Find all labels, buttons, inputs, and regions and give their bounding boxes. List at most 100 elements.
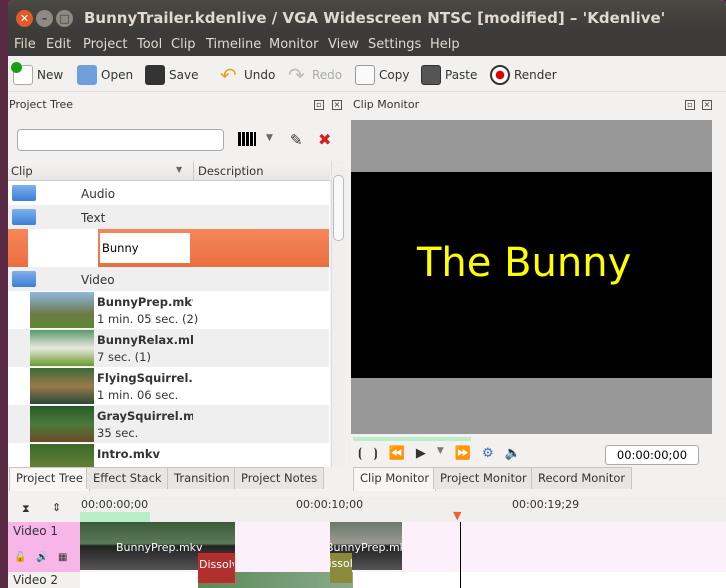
undo-icon: ↶ [220,63,237,87]
clip-thumbnail [30,444,94,467]
title-overlay-text: The Bunny [417,240,632,286]
paste-icon [421,65,441,85]
add-clip-icon[interactable] [238,132,256,146]
lock-icon[interactable]: 🔓 [14,552,26,563]
tab-transition[interactable]: Transition [167,467,237,489]
folder-icon [12,185,36,201]
window-title: BunnyTrailer.kdenlive / VGA Widescreen N… [84,9,666,27]
text-clip-thumbnail [28,229,98,267]
copy-button[interactable]: Copy [355,64,409,86]
scrollbar-thumb[interactable] [333,175,344,241]
redo-icon: ↷ [288,63,305,87]
open-button[interactable]: Open [77,64,133,86]
clip-name-edit-input[interactable] [100,233,190,263]
new-button[interactable]: New [11,62,63,86]
project-tree-title: Project Tree [9,98,74,111]
clip-row[interactable]: GraySquirrel.mkv35 sec. [8,405,329,443]
clip-row[interactable]: BunnyPrep.mkv 1 min. 05 sec. (2) [8,291,329,329]
monitor-view[interactable]: The Bunny [351,120,712,434]
rewind-icon[interactable]: ⏪ [389,446,405,461]
video-icon[interactable]: ▦ [58,552,67,563]
timeline-ruler[interactable]: 00:00:00;00 00:00:10;00 00:00:19;29 ▼ [80,497,726,522]
tab-project-notes[interactable]: Project Notes [234,467,325,489]
kdenlive-window: ✕ – □ BunnyTrailer.kdenlive / VGA Widesc… [8,0,726,588]
menu-file[interactable]: File [14,37,36,52]
track-video2 [80,572,726,588]
column-clip[interactable]: Clip [11,164,33,178]
clip-row[interactable]: BunnyRelax.mkv7 sec. (1) [8,329,329,367]
toolbar: New Open Save ↶ Undo ↷ Redo Copy Paste Ren… [8,56,726,92]
menu-clip[interactable]: Clip [171,37,196,52]
monitor-frame: The Bunny [351,172,712,378]
maximize-button[interactable]: □ [56,10,73,27]
render-button[interactable]: Render [490,64,557,86]
menu-view[interactable]: View [328,37,359,52]
tree-header: Clip ▼ Description [8,161,330,181]
save-button[interactable]: Save [145,64,198,86]
menu-settings[interactable]: Settings [368,37,421,52]
tab-project-tree[interactable]: Project Tree [9,467,90,491]
tab-clip-monitor[interactable]: Clip Monitor [353,467,437,491]
delete-clip-icon[interactable]: ✖ [318,130,331,149]
edit-clip-icon[interactable]: ✎ [290,131,303,149]
set-zone-start-icon[interactable]: ⦗ [358,446,362,461]
close-panel-icon[interactable]: × [332,100,342,110]
menu-project[interactable]: Project [83,37,127,52]
clip-thumbnail [30,368,94,404]
column-description[interactable]: Description [193,161,268,181]
timecode-input[interactable] [605,445,699,465]
transition-dissolve[interactable]: Dissolve [330,553,352,583]
dropdown-arrow-icon[interactable]: ▼ [266,133,273,143]
text-clip-row-editing[interactable] [8,229,329,267]
track-header-video2: Video 2 [8,572,80,588]
play-options-icon[interactable]: ▼ [437,446,444,461]
floppy-disk-icon [145,65,165,85]
forward-icon[interactable]: ⏩ [455,446,471,461]
menu-timeline[interactable]: Timeline [206,37,261,52]
minimize-button[interactable]: – [36,10,53,27]
play-icon[interactable]: ▶ [416,446,426,461]
folder-open-icon [12,271,36,287]
sort-arrow-icon[interactable]: ▼ [176,165,182,174]
track-video1: BunnyPrep.mkv BunnyPrep.mkv Dissolve Dis… [80,522,726,583]
render-icon [490,65,510,85]
clip-thumbnail [30,292,94,328]
monitor-zone-bar[interactable] [353,437,471,441]
zone-bar[interactable] [80,512,150,522]
playhead-line [460,522,461,588]
new-document-icon [11,62,33,85]
menu-edit[interactable]: Edit [46,37,71,52]
open-icon [77,65,97,85]
menu-help[interactable]: Help [430,37,460,52]
expand-tracks-icon[interactable]: ⇕ [52,501,61,514]
tab-project-monitor[interactable]: Project Monitor [433,467,534,489]
float-panel-icon[interactable]: ▫ [314,100,324,110]
float-panel-icon[interactable]: ▫ [685,100,695,110]
redo-button[interactable]: ↷ Redo [288,64,342,86]
clip-row[interactable]: FlyingSquirrel.mkv1 min. 06 sec. [8,367,329,405]
playhead-marker-icon[interactable]: ▼ [453,509,461,522]
tree-scrollbar[interactable] [331,161,345,467]
menu-bar: File Edit Project Tool Clip Timeline Mon… [8,33,726,56]
undo-button[interactable]: ↶ Undo [220,64,275,86]
paste-button[interactable]: Paste [421,64,477,86]
menu-monitor[interactable]: Monitor [269,37,318,52]
clip-row[interactable]: Intro.mkv [8,443,329,467]
timeline: ⧗ ⇕ 00:00:00;00 00:00:10;00 00:00:19;29 … [8,497,726,588]
volume-icon[interactable]: 🔈 [505,446,521,461]
set-zone-end-icon[interactable]: ⦘ [373,446,377,461]
audio-icon[interactable]: 🔊 [36,552,48,563]
monitor-settings-icon[interactable]: ⚙ [482,446,494,461]
zoom-fit-icon[interactable]: ⧗ [22,502,30,516]
copy-icon [355,65,375,85]
project-search-input[interactable] [17,129,224,151]
menu-tool[interactable]: Tool [137,37,162,52]
close-panel-icon[interactable]: × [702,100,712,110]
folder-audio[interactable]: Audio [8,181,329,205]
folder-video[interactable]: Video [8,267,329,291]
close-window-button[interactable]: ✕ [16,10,33,27]
tab-effect-stack[interactable]: Effect Stack [86,467,169,489]
tab-record-monitor[interactable]: Record Monitor [531,467,633,489]
transition-dissolve[interactable]: Dissolve [198,553,235,583]
folder-text[interactable]: Text [8,205,329,229]
